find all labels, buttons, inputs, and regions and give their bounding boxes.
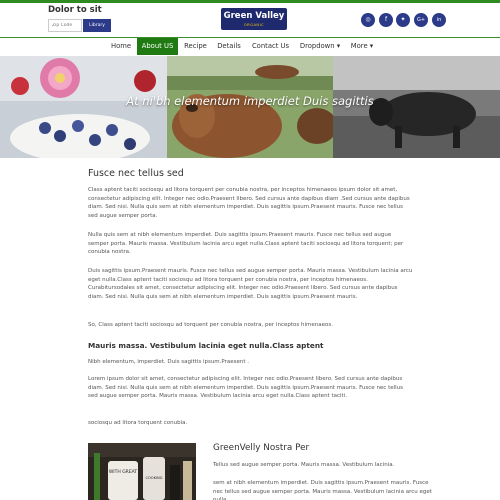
nav-item-recipe[interactable]: Recipe	[180, 38, 211, 55]
paragraph: Lorem ipsum dolor sit amet, consectetur …	[88, 376, 404, 399]
search-title: Dolor to sit	[48, 5, 102, 15]
search-button[interactable]: Library	[83, 19, 111, 32]
rss-icon[interactable]: ◎	[361, 13, 375, 27]
nav-item-about-us[interactable]: About US	[137, 38, 178, 55]
section-paragraph: sem at nibh elementum imperdiet. Duis sa…	[213, 480, 432, 500]
site-header: Dolor to sit Library Green Valley ORGANI…	[0, 3, 500, 37]
nav-item-more[interactable]: More ▾	[347, 38, 377, 55]
paragraph: Nulla quis sem at nibh elementum imperdi…	[88, 232, 404, 255]
image-caption-line1: WITH GREAT	[109, 469, 138, 475]
section-paragraph: Tellus sed augue semper porta. Mauris ma…	[213, 462, 395, 468]
page-heading: Fusce nec tellus sed	[88, 168, 184, 179]
cooking-image: WITH GREAT COOKING	[88, 443, 196, 500]
hero-title: At ni'bh elementum imperdiet Duis sagitt…	[126, 94, 374, 108]
logo-title: Green Valley	[223, 11, 285, 21]
nav-item-dropdown[interactable]: Dropdown ▾	[296, 38, 344, 55]
facebook-icon[interactable]: f	[379, 13, 393, 27]
main-nav: Home About US Recipe Details Contact Us …	[0, 38, 500, 55]
nav-item-home[interactable]: Home	[106, 38, 136, 55]
logo-subtitle: ORGANIC	[243, 23, 265, 27]
subheading: Mauris massa. Vestibulum lacinia eget nu…	[88, 341, 324, 350]
section-heading: GreenVelly Nostra Per	[213, 443, 310, 453]
zip-code-input[interactable]	[48, 19, 82, 32]
paragraph: Duis sagittis ipsum.Praesent mauris. Fus…	[88, 268, 413, 300]
nav-item-details[interactable]: Details	[213, 38, 245, 55]
google-plus-icon[interactable]: G+	[414, 13, 428, 27]
hero-banner: At ni'bh elementum imperdiet Duis sagitt…	[0, 56, 500, 158]
paragraph: sociosqu ad litora torquent conubia.	[88, 420, 188, 426]
twitter-icon[interactable]: ✦	[396, 13, 410, 27]
linkedin-icon[interactable]: in	[432, 13, 446, 27]
site-logo[interactable]: Green Valley ORGANIC	[221, 8, 287, 30]
image-caption-line2: COOKING	[145, 476, 162, 480]
paragraph: So, Class aptent taciti sociosqu ad torq…	[88, 322, 333, 328]
paragraph: Class aptent taciti sociosqu ad litora t…	[88, 187, 410, 219]
nav-item-contact-us[interactable]: Contact Us	[248, 38, 293, 55]
paragraph: Nibh elementum, imperdiet. Duis sagittis…	[88, 359, 250, 365]
